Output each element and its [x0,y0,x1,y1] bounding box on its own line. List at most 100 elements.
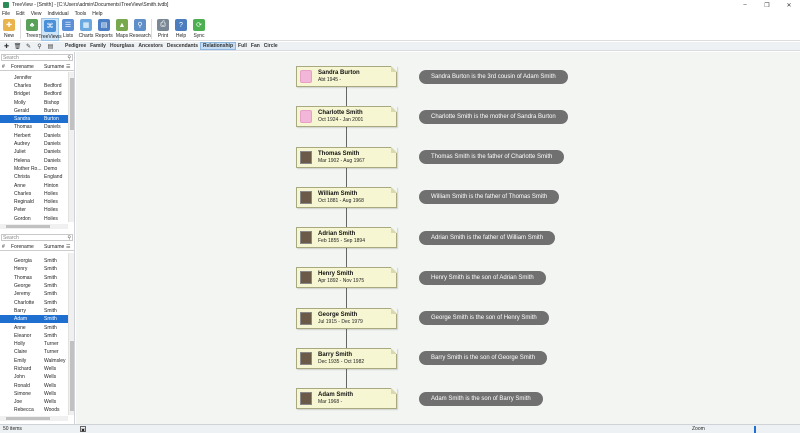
horizontal-scrollbar-top[interactable] [0,224,68,229]
search-input-top[interactable]: Search ⚲ [1,54,73,61]
list-item[interactable]: Bridget Bedford [0,90,68,98]
col-forename[interactable]: Forename [11,244,44,250]
person-name: Henry Smith [318,271,354,278]
tab-circle[interactable]: Circle [262,42,280,50]
new-button[interactable]: ✚ New [0,18,18,41]
menu-help[interactable]: Help [92,11,102,17]
list-item[interactable]: Mother Ro... Demo [0,165,68,173]
list-item[interactable]: Charles Bedford [0,82,68,90]
ribbon-label: Print [157,33,169,39]
print-button[interactable]: ⎙ Print [154,18,172,41]
search-input-bottom[interactable]: Search ⚲ [1,234,73,241]
tab-family[interactable]: Family [88,42,108,50]
minimize-button[interactable]: – [734,0,756,10]
person-card[interactable]: George Smith Jul 1915 - Dec 1979 [296,307,397,329]
list-item[interactable]: Herbert Daniels [0,132,68,140]
trees-icon: ♣ [26,19,38,31]
list-item[interactable]: Joe Wells [0,398,68,406]
charts-button[interactable]: ▦ Charts [77,18,95,41]
list-item[interactable]: Anne Smith [0,323,68,331]
vertical-scrollbar-bottom[interactable] [68,253,74,415]
col-number[interactable]: # [0,64,11,70]
layout-toggle-icon[interactable]: ▣ [80,426,86,432]
person-card[interactable]: Adrian Smith Feb 1855 - Sep 1894 [296,227,397,248]
list-item[interactable]: Juliet Daniels [0,148,68,156]
list-item[interactable]: Charles Hoiles [0,190,68,198]
list-item[interactable]: Charlotte Smith [0,298,68,306]
list-item[interactable]: Claire Turner [0,348,68,356]
tab-full[interactable]: Full [236,42,249,50]
horizontal-scrollbar-bottom[interactable] [0,416,68,421]
list-item[interactable]: Audrey Daniels [0,140,68,148]
list-item[interactable]: Richard Wells [0,365,68,373]
list-item[interactable]: Eleanor Smith [0,332,68,340]
list-item[interactable]: Simone Wells [0,390,68,398]
person-card[interactable]: Barry Smith Dec 1935 - Oct 1982 [296,347,397,369]
col-surname[interactable]: Surname [44,244,66,250]
tab-relationship[interactable]: Relationship [200,42,237,50]
menu-view[interactable]: View [31,11,42,17]
col-number[interactable]: # [0,244,11,250]
list-item[interactable]: Peter Hoiles [0,206,68,214]
col-surname[interactable]: Surname [44,64,66,70]
list-item[interactable]: Molly Bishop [0,98,68,106]
add-icon[interactable]: ✚ [2,42,11,50]
columns-icon[interactable]: ☰ [66,64,72,70]
menu-individual[interactable]: Individual [47,11,68,17]
list-item[interactable]: Gordon Hoiles [0,215,68,223]
search-icon[interactable]: ⚲ [67,55,71,61]
col-forename[interactable]: Forename [11,64,44,70]
list-item[interactable]: Barry Smith [0,307,68,315]
list-item[interactable]: Thomas Smith [0,274,68,282]
treeviews-button[interactable]: ⌘ TreeViews [38,18,62,41]
maximize-button[interactable]: ❐ [756,0,778,10]
person-card[interactable]: Henry Smith Apr 1892 - Nov 1975 [296,267,397,289]
list-item[interactable]: Ronald Wells [0,381,68,389]
page-icon[interactable]: ▤ [46,42,55,50]
help-button[interactable]: ? Help [172,18,190,41]
menu-edit[interactable]: Edit [16,11,25,17]
search-icon[interactable]: ⚲ [67,235,71,241]
lists-button[interactable]: ☰ Lists [59,18,77,41]
tab-hourglass[interactable]: Hourglass [108,42,136,50]
list-item[interactable]: Sandra Burton [0,114,68,124]
person-card[interactable]: Adam Smith Mar 1968 - [296,388,397,409]
vertical-scrollbar-top[interactable] [68,72,74,222]
list-item[interactable]: Emily Walmsley [0,357,68,365]
close-button[interactable]: ✕ [778,0,800,10]
columns-icon[interactable]: ☰ [66,244,72,250]
list-item[interactable]: Reginald Hoiles [0,198,68,206]
tab-ancestors[interactable]: Ancestors [136,42,164,50]
list-item[interactable]: Christa England [0,173,68,181]
list-item[interactable]: Anne Hinton [0,181,68,189]
list-item[interactable]: Rebecca Woods [0,406,68,414]
tab-descendants[interactable]: Descendants [165,42,200,50]
search-icon[interactable]: ⚲ [35,42,44,50]
maps-button[interactable]: ▲ Maps [113,18,131,41]
research-button[interactable]: ⚲ Research [129,18,151,41]
delete-icon[interactable]: 🗑 [13,42,22,50]
list-item[interactable]: Jeremy Smith [0,290,68,298]
list-item[interactable]: Adam Smith [0,315,68,324]
tab-fan[interactable]: Fan [249,42,262,50]
list-item[interactable]: Jennifer [0,74,68,82]
edit-icon[interactable]: ✎ [24,42,33,50]
list-item[interactable]: Thomas Daniels [0,123,68,131]
list-item[interactable]: Holly Turner [0,340,68,348]
reports-button[interactable]: ▤ Reports [95,18,113,41]
menu-file[interactable]: File [2,11,10,17]
sync-button[interactable]: ⟳ Sync [190,18,208,41]
zoom-slider[interactable] [754,426,756,433]
list-item[interactable]: Henry Smith [0,265,68,273]
list-item[interactable]: George Smith [0,282,68,290]
person-card[interactable]: William Smith Oct 1881 - Aug 1968 [296,186,397,208]
person-card[interactable]: Charlotte Smith Oct 1924 - Jan 2001 [296,106,397,128]
list-item[interactable]: John Wells [0,373,68,381]
list-item[interactable]: Georgia Smith [0,257,68,265]
tab-pedigree[interactable]: Pedigree [63,42,88,50]
person-card[interactable]: Thomas Smith Mar 1902 - Aug 1967 [296,146,397,168]
person-card[interactable]: Sandra Burton Abt 1945 - [296,66,397,87]
list-item[interactable]: Helena Daniels [0,156,68,164]
list-item[interactable]: Gerald Burton [0,107,68,115]
menu-tools[interactable]: Tools [75,11,87,17]
